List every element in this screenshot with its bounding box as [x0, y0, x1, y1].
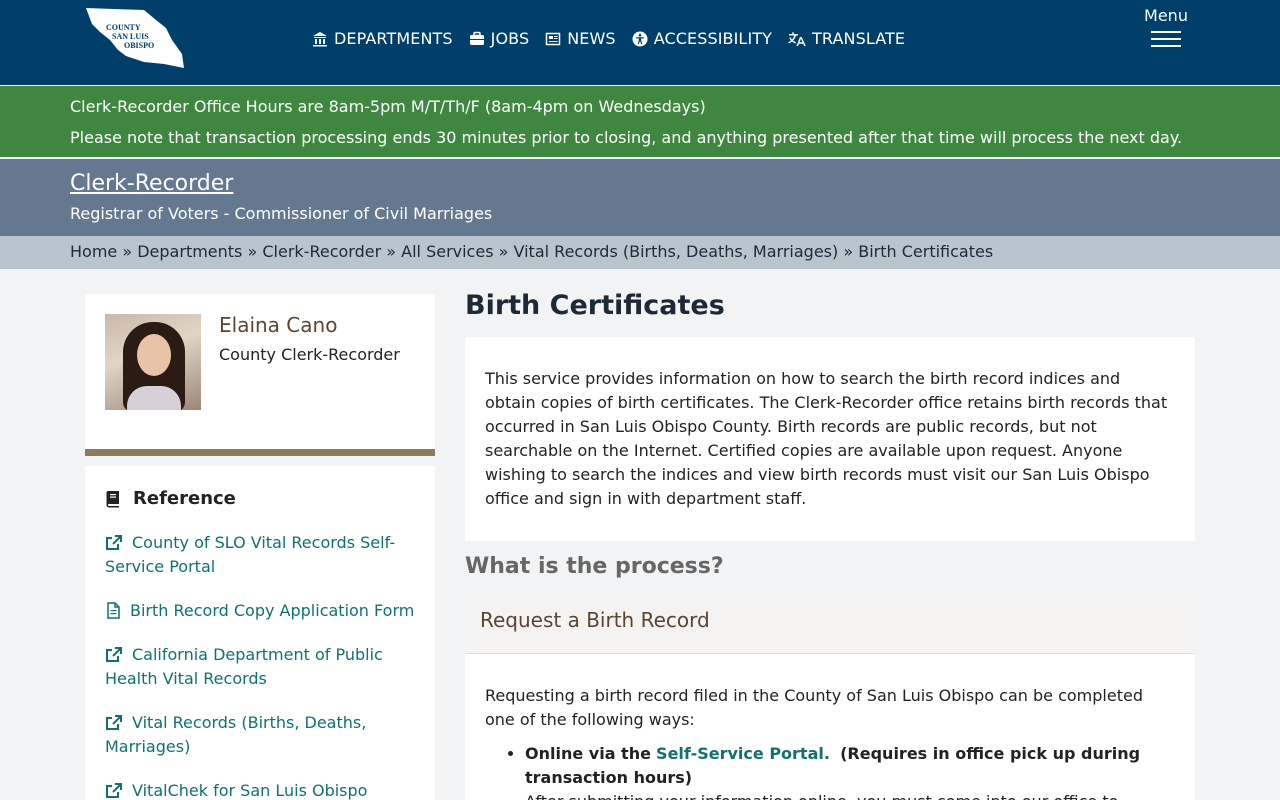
- accordion-intro: Requesting a birth record filed in the C…: [485, 686, 1143, 729]
- intro-text: This service provides information on how…: [465, 337, 1195, 541]
- external-link-icon: [106, 783, 122, 798]
- book-icon: [106, 490, 119, 507]
- alert-line2: Please note that transaction processing …: [70, 128, 1183, 147]
- department-subtitle: Registrar of Voters - Commissioner of Ci…: [70, 204, 493, 223]
- reference-link-vitalchek[interactable]: VitalChek for San Luis Obispo: [105, 779, 415, 800]
- reference-link-self-service[interactable]: County of SLO Vital Records Self-Service…: [105, 531, 415, 579]
- reference-link-label: Birth Record Copy Application Form: [130, 601, 415, 620]
- accessibility-icon: [632, 31, 648, 46]
- external-link-icon: [106, 647, 122, 662]
- reference-link-application-form[interactable]: Birth Record Copy Application Form: [105, 599, 415, 623]
- official-name: Elaina Cano: [219, 313, 338, 337]
- reference-link-label: County of SLO Vital Records Self-Service…: [105, 533, 396, 576]
- logo-line1: COUNTY: [106, 23, 141, 32]
- breadcrumb-all-services[interactable]: All Services: [401, 242, 493, 261]
- county-logo[interactable]: COUNTY SAN LUIS OBISPO: [84, 6, 186, 70]
- breadcrumb-clerk-recorder[interactable]: Clerk-Recorder: [262, 242, 381, 261]
- top-navigation: COUNTY SAN LUIS OBISPO DEPARTMENTS JOBS …: [0, 0, 1280, 85]
- department-title-link[interactable]: Clerk-Recorder: [70, 171, 233, 196]
- breadcrumb: Home » Departments » Clerk-Recorder » Al…: [0, 236, 1280, 269]
- nav-label: NEWS: [567, 29, 616, 48]
- official-profile-card: Elaina Cano County Clerk-Recorder: [85, 294, 435, 456]
- reference-link-label: VitalChek for San Luis Obispo: [132, 781, 368, 800]
- breadcrumb-current: Birth Certificates: [858, 242, 994, 261]
- logo-line2: SAN LUIS: [112, 32, 149, 41]
- briefcase-icon: [469, 31, 484, 45]
- nav-label: DEPARTMENTS: [334, 29, 453, 48]
- breadcrumb-separator: »: [247, 242, 258, 261]
- external-link-icon: [106, 715, 122, 730]
- nav-news[interactable]: NEWS: [545, 29, 616, 48]
- newspaper-icon: [545, 32, 561, 45]
- nav-label: TRANSLATE: [812, 29, 906, 48]
- page-title: Birth Certificates: [465, 290, 725, 321]
- nav-label: ACCESSIBILITY: [653, 29, 773, 48]
- alert-line1: Clerk-Recorder Office Hours are 8am-5pm …: [70, 97, 706, 116]
- option-detail: After submitting your information online…: [525, 790, 1175, 800]
- reference-link-label: Vital Records (Births, Deaths, Marriages…: [105, 713, 367, 756]
- external-link-icon: [106, 535, 122, 550]
- translate-icon: [788, 31, 806, 46]
- nav-departments[interactable]: DEPARTMENTS: [312, 29, 453, 48]
- breadcrumb-home[interactable]: Home: [70, 242, 117, 261]
- option-prefix: Online via the: [525, 744, 651, 763]
- reference-link-label: California Department of Public Health V…: [105, 645, 383, 688]
- main-nav: DEPARTMENTS JOBS NEWS ACCESSIBILITY TRAN…: [312, 29, 921, 48]
- breadcrumb-separator: »: [122, 242, 133, 261]
- list-item: Online via the Self-Service Portal. (Req…: [525, 742, 1175, 800]
- nav-translate[interactable]: TRANSLATE: [788, 29, 905, 48]
- process-heading: What is the process?: [465, 554, 724, 579]
- official-title: County Clerk-Recorder: [219, 345, 400, 364]
- menu-label: Menu: [1144, 6, 1188, 25]
- building-icon: [313, 31, 327, 46]
- reference-heading: Reference: [105, 488, 415, 509]
- department-header: Clerk-Recorder Registrar of Voters - Com…: [0, 159, 1280, 236]
- reference-heading-label: Reference: [133, 488, 236, 509]
- office-hours-alert: Clerk-Recorder Office Hours are 8am-5pm …: [0, 86, 1280, 157]
- nav-jobs[interactable]: JOBS: [469, 29, 530, 48]
- breadcrumb-separator: »: [498, 242, 509, 261]
- breadcrumb-departments[interactable]: Departments: [137, 242, 242, 261]
- reference-link-vital-records[interactable]: Vital Records (Births, Deaths, Marriages…: [105, 711, 415, 759]
- nav-accessibility[interactable]: ACCESSIBILITY: [632, 29, 772, 48]
- self-service-portal-link[interactable]: Self-Service Portal.: [656, 744, 830, 763]
- breadcrumb-separator: »: [386, 242, 397, 261]
- reference-panel: Reference County of SLO Vital Records Se…: [85, 466, 435, 800]
- reference-link-cdph[interactable]: California Department of Public Health V…: [105, 643, 415, 691]
- nav-label: JOBS: [490, 29, 530, 48]
- breadcrumb-vital-records[interactable]: Vital Records (Births, Deaths, Marriages…: [514, 242, 839, 261]
- accordion-body: Requesting a birth record filed in the C…: [465, 654, 1195, 800]
- hamburger-icon: [1151, 31, 1181, 47]
- request-options-list: Online via the Self-Service Portal. (Req…: [525, 742, 1175, 800]
- logo-line3: OBISPO: [124, 41, 154, 50]
- official-photo: [105, 314, 201, 410]
- breadcrumb-separator: »: [843, 242, 854, 261]
- menu-button[interactable]: Menu: [1142, 6, 1190, 52]
- document-icon: [107, 602, 120, 619]
- accordion-request-birth-record[interactable]: Request a Birth Record: [465, 596, 1195, 654]
